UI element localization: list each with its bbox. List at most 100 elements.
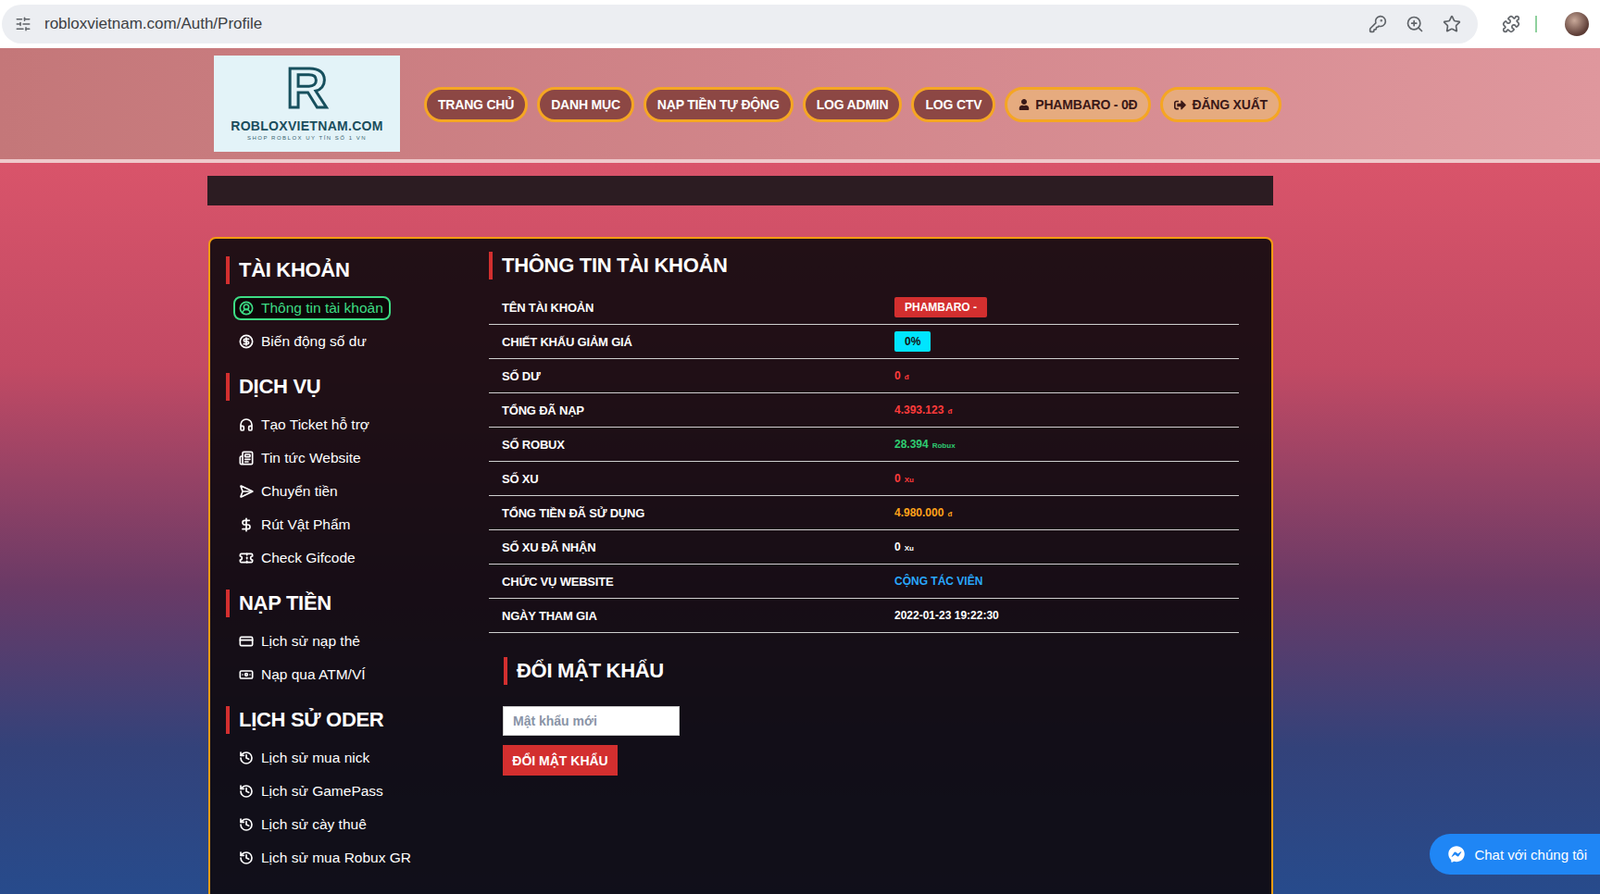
- row-label: TỔNG TIỀN ĐÃ SỬ DỤNG: [501, 506, 895, 521]
- url-text[interactable]: robloxvietnam.com/Auth/Profile: [44, 14, 1356, 34]
- nav-button[interactable]: LOG CTV: [911, 87, 996, 123]
- sidebar-item[interactable]: Lịch sử mua Robux GR: [225, 841, 489, 875]
- sidebar-item[interactable]: Lịch sử mua nick: [225, 741, 489, 775]
- row-value: 4.393.123đ: [894, 403, 1239, 417]
- sidebar-item-label: Lịch sử cày thuê: [233, 812, 375, 838]
- nav-button[interactable]: TRANG CHỦ: [424, 87, 528, 123]
- sidebar-item-icon: [238, 817, 254, 833]
- sidebar-item[interactable]: Nạp qua ATM/VÍ: [225, 658, 489, 692]
- sidebar-item-label: Nạp qua ATM/VÍ: [233, 662, 374, 688]
- value-badge: PHAMBARO -: [894, 297, 988, 318]
- extensions-icon[interactable]: [1501, 14, 1521, 34]
- sidebar-heading: NẠP TIỀN: [225, 589, 489, 618]
- logout-icon: [1174, 99, 1187, 112]
- sidebar-item[interactable]: Lịch sử GamePass: [225, 775, 489, 809]
- logo-tagline: SHOP ROBLOX UY TÍN SỐ 1 VN: [247, 134, 367, 143]
- row-value: 28.394Robux: [894, 437, 1239, 451]
- sidebar-item[interactable]: Tin tức Website: [225, 441, 489, 475]
- account-row: NGÀY THAM GIA2022-01-23 19:22:30: [488, 599, 1239, 634]
- chat-button[interactable]: Chat với chúng tôi: [1429, 834, 1600, 875]
- sidebar-item-label: Check Gifcode: [233, 546, 363, 571]
- sidebar-item[interactable]: Biến động số dư: [225, 325, 489, 359]
- account-row: SỐ XU0Xu: [488, 462, 1239, 497]
- row-label: SỐ XU: [501, 472, 895, 487]
- sidebar-item[interactable]: Lịch sử nạp thẻ: [225, 625, 489, 659]
- row-value: CỘNG TÁC VIÊN: [894, 575, 1239, 588]
- divider: [1535, 15, 1538, 33]
- row-label: NGÀY THAM GIA: [501, 609, 895, 624]
- star-icon[interactable]: [1442, 14, 1462, 34]
- sidebar-item-icon: [238, 784, 254, 800]
- row-unit: Robux: [932, 441, 956, 450]
- new-password-input[interactable]: [502, 706, 680, 737]
- header-inner: RROBLOXVIETNAM.COMSHOP ROBLOX UY TÍN SỐ …: [213, 48, 1600, 152]
- change-password-button[interactable]: ĐỔI MẬT KHẨU: [502, 745, 618, 776]
- sidebar-item-label: Tạo Ticket hỗ trợ: [233, 412, 377, 438]
- sidebar-item-icon: [238, 550, 254, 566]
- site-settings-icon[interactable]: [14, 15, 32, 33]
- row-label: TÊN TÀI KHOẢN: [501, 300, 895, 315]
- password-title: ĐỔI MẬT KHẨU: [503, 657, 1239, 686]
- user-icon: [1018, 99, 1030, 111]
- nav-button[interactable]: LOG ADMIN: [802, 87, 903, 123]
- sidebar-item[interactable]: Thông tin tài khoản: [225, 291, 489, 325]
- row-value: 0Xu: [894, 540, 1239, 554]
- browser-actions: [1501, 12, 1589, 37]
- sidebar-heading: TÀI KHOẢN: [225, 256, 489, 285]
- sidebar-item-label: Rút Vật Phẩm: [233, 512, 359, 538]
- sidebar-item-label: Lịch sử mua Robux GR: [233, 846, 419, 871]
- value-badge: 0%: [894, 331, 931, 352]
- address-bar[interactable]: robloxvietnam.com/Auth/Profile: [1, 4, 1478, 44]
- sidebar-item[interactable]: Lịch sử cày thuê: [225, 808, 489, 842]
- sidebar-item[interactable]: Rút Vật Phẩm: [225, 508, 489, 542]
- row-value: 0Xu: [894, 472, 1239, 486]
- row-unit: đ: [904, 373, 910, 382]
- row-label: SỐ XU ĐÃ NHẬN: [501, 540, 895, 555]
- page: robloxvietnam.com/Auth/Profile RROBLOXVIE…: [0, 0, 1600, 894]
- nav-button[interactable]: PHAMBARO - 0Đ: [1004, 87, 1151, 123]
- sidebar-item-icon: [238, 484, 254, 500]
- sidebar-item-icon: [238, 300, 254, 316]
- account-row: TÊN TÀI KHOẢNPHAMBARO -: [488, 290, 1239, 325]
- sidebar-item-icon: [238, 334, 254, 350]
- sidebar-item[interactable]: Tạo Ticket hỗ trợ: [225, 408, 489, 442]
- sidebar-item-icon: [238, 850, 254, 866]
- browser-toolbar: robloxvietnam.com/Auth/Profile: [0, 0, 1600, 49]
- sidebar-item-icon: [238, 634, 254, 650]
- sidebar-item-label: Tin tức Website: [233, 446, 369, 471]
- row-label: SỐ ROBUX: [501, 437, 895, 452]
- nav-button[interactable]: DANH MỤC: [537, 87, 635, 123]
- sidebar-heading: LỊCH SỬ ODER: [225, 706, 489, 735]
- logo[interactable]: RROBLOXVIETNAM.COMSHOP ROBLOX UY TÍN SỐ …: [213, 55, 400, 152]
- row-unit: đ: [947, 407, 952, 416]
- row-unit: Xu: [904, 475, 914, 485]
- nav-button[interactable]: NẠP TIỀN TỰ ĐỘNG: [643, 87, 794, 123]
- row-unit: đ: [947, 510, 952, 519]
- sidebar-item-label: Chuyển tiền: [233, 479, 346, 504]
- sidebar-item-icon: [238, 750, 254, 766]
- sidebar-item[interactable]: Check Gifcode: [225, 541, 489, 575]
- sidebar-heading: DỊCH VỤ: [225, 373, 489, 401]
- sidebar-item-icon: [238, 667, 254, 683]
- account-row: SỐ DƯ0đ: [488, 359, 1239, 394]
- nav-button[interactable]: ĐĂNG XUẤT: [1160, 87, 1281, 123]
- site-header: RROBLOXVIETNAM.COMSHOP ROBLOX UY TÍN SỐ …: [0, 48, 1600, 163]
- account-table: TÊN TÀI KHOẢNPHAMBARO - CHIẾT KHẤU GIẢM G…: [488, 290, 1239, 634]
- row-value: 4.980.000đ: [894, 506, 1239, 520]
- row-label: TỔNG ĐÃ NẠP: [501, 403, 895, 418]
- account-row: CHỨC VỤ WEBSITECỘNG TÁC VIÊN: [488, 564, 1239, 600]
- row-label: SỐ DƯ: [501, 369, 895, 384]
- account-row: TỔNG ĐÃ NẠP4.393.123đ: [488, 393, 1239, 428]
- logo-mark: R: [286, 57, 328, 119]
- sidebar-item-label: Lịch sử GamePass: [233, 779, 391, 804]
- sidebar-item-label: Thông tin tài khoản: [233, 296, 391, 321]
- account-row: SỐ ROBUX28.394Robux: [488, 427, 1239, 463]
- row-value: 0đ: [894, 369, 1239, 383]
- zoom-icon[interactable]: [1405, 14, 1425, 34]
- profile-avatar-icon[interactable]: [1564, 12, 1589, 37]
- sidebar-item-icon: [238, 417, 254, 433]
- logo-name: ROBLOXVIETNAM.COM: [230, 118, 384, 135]
- row-label: CHIẾT KHẤU GIẢM GIÁ: [501, 335, 895, 350]
- key-icon[interactable]: [1368, 14, 1388, 34]
- sidebar-item[interactable]: Chuyển tiền: [225, 475, 489, 509]
